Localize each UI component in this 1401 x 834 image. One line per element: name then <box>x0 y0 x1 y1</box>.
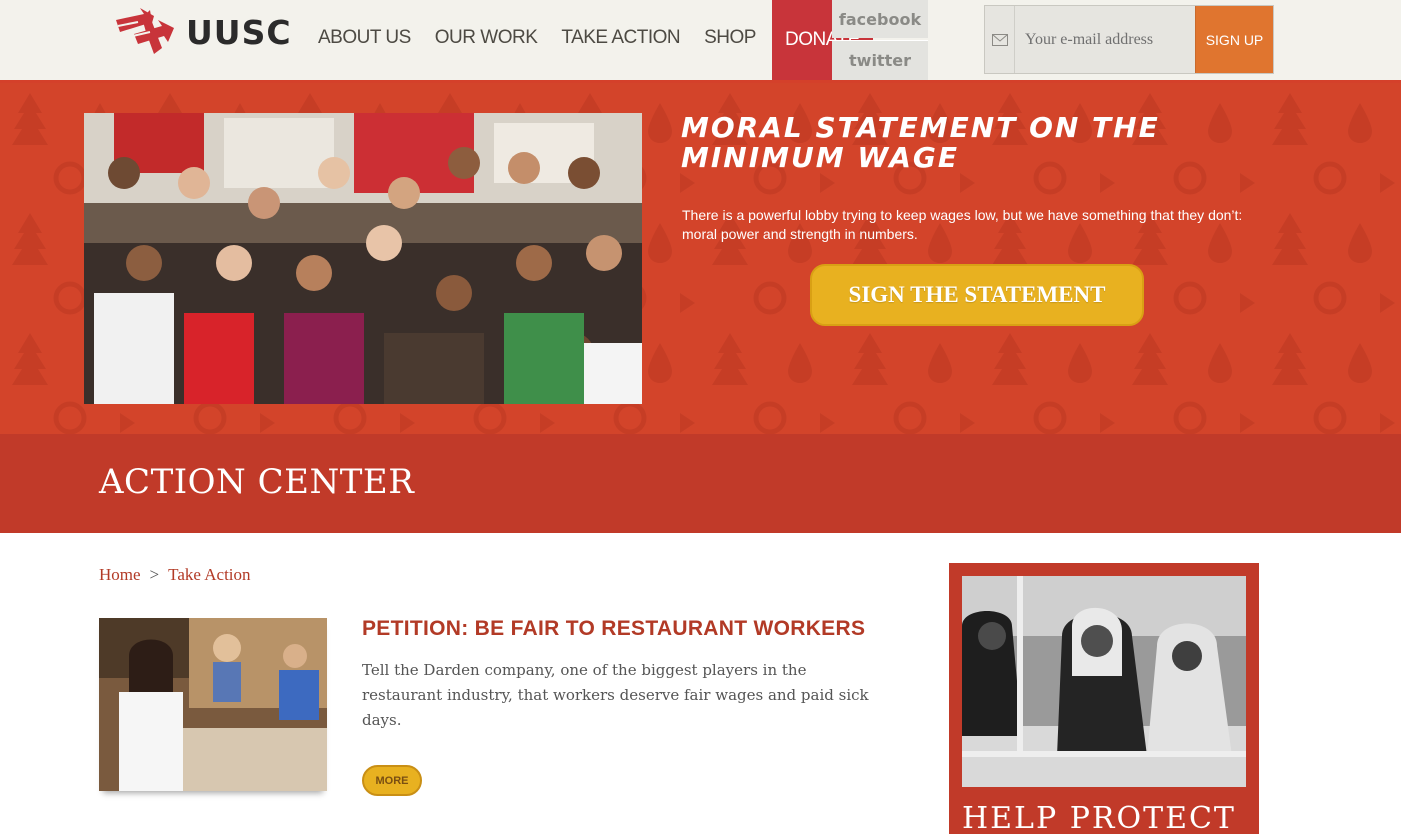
social-links: facebook twitter <box>832 0 928 80</box>
email-input[interactable] <box>1015 6 1195 73</box>
main-nav: ABOUT US OUR WORK TAKE ACTION SHOP DONAT… <box>306 0 873 80</box>
uusc-logo-icon <box>116 8 174 54</box>
article-summary: Tell the Darden company, one of the bigg… <box>362 661 869 729</box>
sign-the-statement-button[interactable]: SIGN THE STATEMENT <box>810 264 1144 326</box>
action-center-band: ACTION CENTER <box>0 434 1401 533</box>
logo-text: UUSC <box>186 12 292 52</box>
article-thumbnail[interactable] <box>99 618 327 791</box>
email-signup-form: SIGN UP <box>984 5 1274 74</box>
hero-title: MORAL STATEMENT ON THE MINIMUM WAGE <box>681 111 1160 174</box>
help-protect-photo <box>962 576 1246 787</box>
envelope-icon <box>985 6 1015 73</box>
nav-our-work[interactable]: OUR WORK <box>423 0 550 76</box>
nav-about-us[interactable]: ABOUT US <box>306 0 423 76</box>
uusc-logo[interactable]: UUSC <box>110 4 292 60</box>
help-protect-title: HELP PROTECT <box>962 801 1236 834</box>
site-header: UUSC ABOUT US OUR WORK TAKE ACTION SHOP … <box>0 0 1401 83</box>
hero-description: There is a powerful lobby trying to keep… <box>682 207 1243 242</box>
nav-shop[interactable]: SHOP <box>692 0 768 76</box>
article-title-link[interactable]: PETITION: BE FAIR TO RESTAURANT WORKERS <box>362 617 865 641</box>
facebook-link[interactable]: facebook <box>832 0 928 38</box>
breadcrumb-take-action-link[interactable]: Take Action <box>168 565 250 585</box>
twitter-link[interactable]: twitter <box>832 40 928 80</box>
breadcrumb: Home > Take Action <box>99 565 251 585</box>
breadcrumb-separator: > <box>149 565 160 584</box>
page-title: ACTION CENTER <box>99 462 415 502</box>
sign-up-button[interactable]: SIGN UP <box>1195 6 1273 73</box>
breadcrumb-home-link[interactable]: Home <box>99 565 141 585</box>
help-protect-card[interactable]: HELP PROTECT <box>949 563 1259 834</box>
hero-banner: MORAL STATEMENT ON THE MINIMUM WAGE Ther… <box>0 83 1401 434</box>
more-button[interactable]: MORE <box>362 765 422 796</box>
nav-take-action[interactable]: TAKE ACTION <box>549 0 692 76</box>
hero-group-photo <box>84 113 642 404</box>
